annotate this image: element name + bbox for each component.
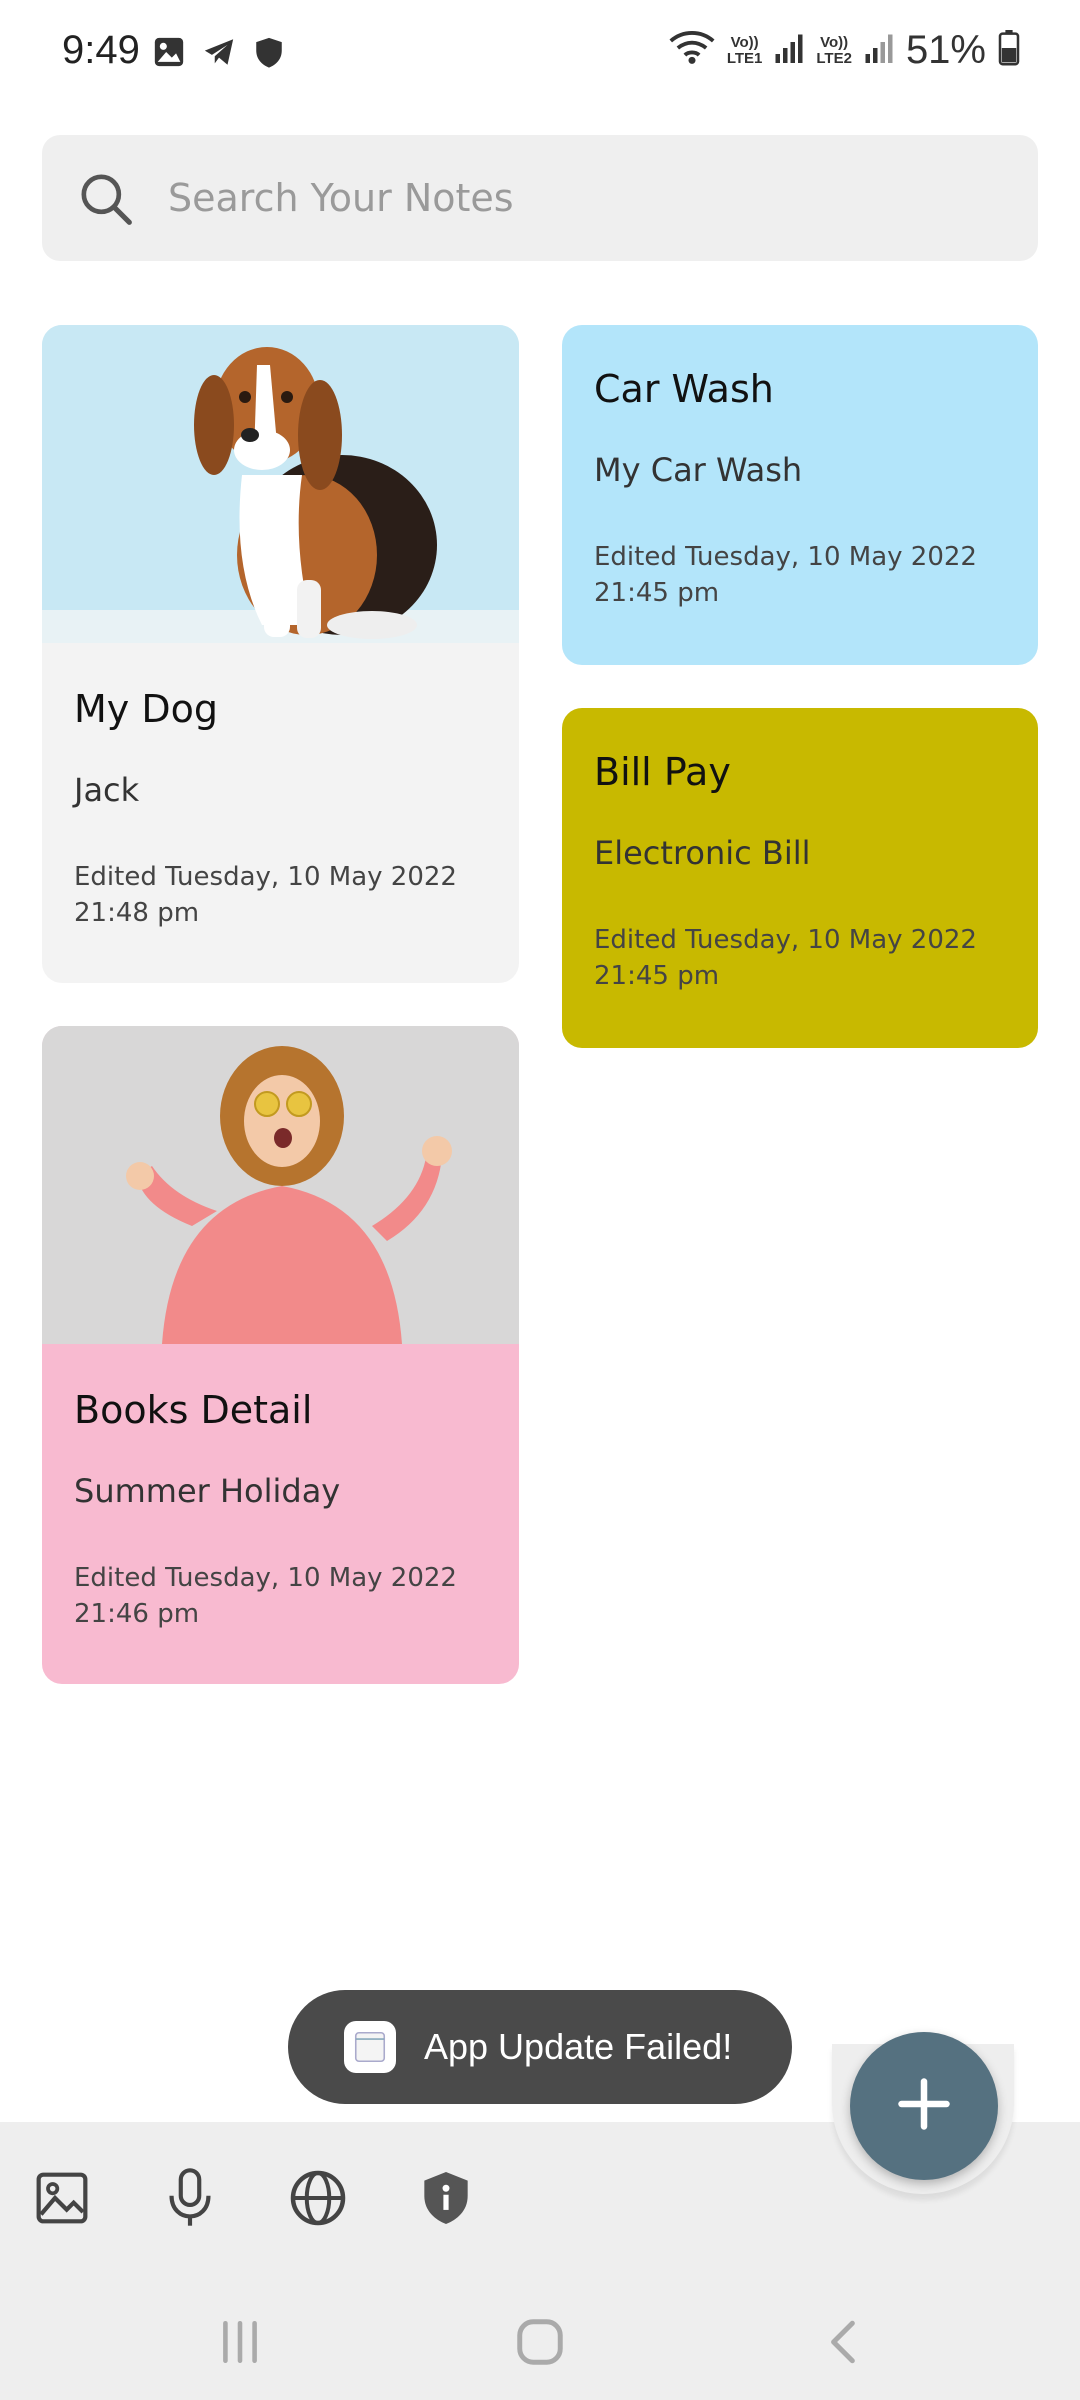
- note-edited-time: 21:48 pm: [74, 898, 200, 928]
- note-card-body: My Dog Jack Edited Tuesday, 10 May 2022 …: [74, 687, 487, 931]
- note-edited-time: 21:46 pm: [74, 1599, 200, 1629]
- shield-info-icon[interactable]: [414, 2166, 478, 2230]
- system-navigation-bar: [0, 2280, 1080, 2400]
- note-subtitle: My Car Wash: [594, 451, 803, 489]
- note-title: Bill Pay: [594, 750, 731, 794]
- toast-text: App Update Failed!: [424, 2026, 733, 2067]
- note-edited-label: Edited Tuesday, 10 May 2022: [594, 542, 977, 572]
- add-note-button[interactable]: [850, 2032, 998, 2180]
- note-card-books-detail[interactable]: Books Detail Summer Holiday Edited Tuesd…: [42, 1026, 519, 1684]
- signal-icon-2: [864, 32, 894, 69]
- wifi-icon: [669, 30, 715, 71]
- globe-icon[interactable]: [286, 2166, 350, 2230]
- microphone-icon[interactable]: [158, 2166, 222, 2230]
- search-bar[interactable]: [42, 135, 1038, 261]
- status-bar: 9:49 Vo)) LTE1 Vo)) LTE2 51%: [0, 0, 1080, 108]
- recents-icon[interactable]: [208, 2310, 272, 2374]
- status-time: 9:49: [62, 28, 140, 72]
- note-edited-label: Edited Tuesday, 10 May 2022: [74, 1563, 457, 1593]
- plus-icon: [894, 2074, 954, 2139]
- app-icon: [344, 2021, 396, 2073]
- search-input[interactable]: [168, 135, 1008, 261]
- gallery-notification-icon: [152, 35, 186, 74]
- note-edited-date: Edited Tuesday, 10 May 2022 21:48 pm: [74, 859, 487, 931]
- note-edited-label: Edited Tuesday, 10 May 2022: [74, 862, 457, 892]
- telegram-notification-icon: [200, 35, 238, 74]
- bottom-toolbar: [30, 2166, 478, 2230]
- note-card-my-dog[interactable]: My Dog Jack Edited Tuesday, 10 May 2022 …: [42, 325, 519, 983]
- note-edited-time: 21:45 pm: [594, 578, 720, 608]
- status-notification-icons: [152, 34, 286, 75]
- image-icon[interactable]: [30, 2166, 94, 2230]
- note-subtitle: Jack: [74, 771, 140, 809]
- note-subtitle: Electronic Bill: [594, 834, 811, 872]
- note-card-bill-pay[interactable]: Bill Pay Electronic Bill Edited Tuesday,…: [562, 708, 1038, 1048]
- note-title: My Dog: [74, 687, 218, 731]
- note-edited-date: Edited Tuesday, 10 May 2022 21:45 pm: [594, 922, 1006, 994]
- sim2-lte-label: Vo)) LTE2: [816, 33, 852, 67]
- note-edited-date: Edited Tuesday, 10 May 2022 21:45 pm: [594, 539, 1006, 611]
- beagle-photo: [42, 325, 519, 643]
- note-edited-label: Edited Tuesday, 10 May 2022: [594, 925, 977, 955]
- signal-icon-1: [774, 32, 804, 69]
- battery-percent: 51%: [905, 28, 986, 72]
- note-card-car-wash[interactable]: Car Wash My Car Wash Edited Tuesday, 10 …: [562, 325, 1038, 665]
- note-edited-date: Edited Tuesday, 10 May 2022 21:46 pm: [74, 1560, 487, 1632]
- note-card-body: Books Detail Summer Holiday Edited Tuesd…: [74, 1388, 487, 1632]
- note-edited-time: 21:45 pm: [594, 961, 720, 991]
- status-system-icons: Vo)) LTE1 Vo)) LTE2 51%: [669, 28, 1020, 73]
- home-icon[interactable]: [508, 2310, 572, 2374]
- shield-notification-icon: [252, 34, 286, 75]
- toast-message: App Update Failed!: [288, 1990, 792, 2104]
- sim1-lte-label: Vo)) LTE1: [726, 33, 763, 67]
- battery-icon: [998, 30, 1020, 71]
- search-icon: [78, 171, 134, 232]
- note-title: Books Detail: [74, 1388, 313, 1432]
- note-card-body: Car Wash My Car Wash Edited Tuesday, 10 …: [594, 367, 1006, 611]
- note-subtitle: Summer Holiday: [74, 1472, 341, 1510]
- woman-pink-hoodie-photo: [42, 1026, 519, 1344]
- note-card-body: Bill Pay Electronic Bill Edited Tuesday,…: [594, 750, 1006, 994]
- note-title: Car Wash: [594, 367, 774, 411]
- back-icon[interactable]: [812, 2310, 876, 2374]
